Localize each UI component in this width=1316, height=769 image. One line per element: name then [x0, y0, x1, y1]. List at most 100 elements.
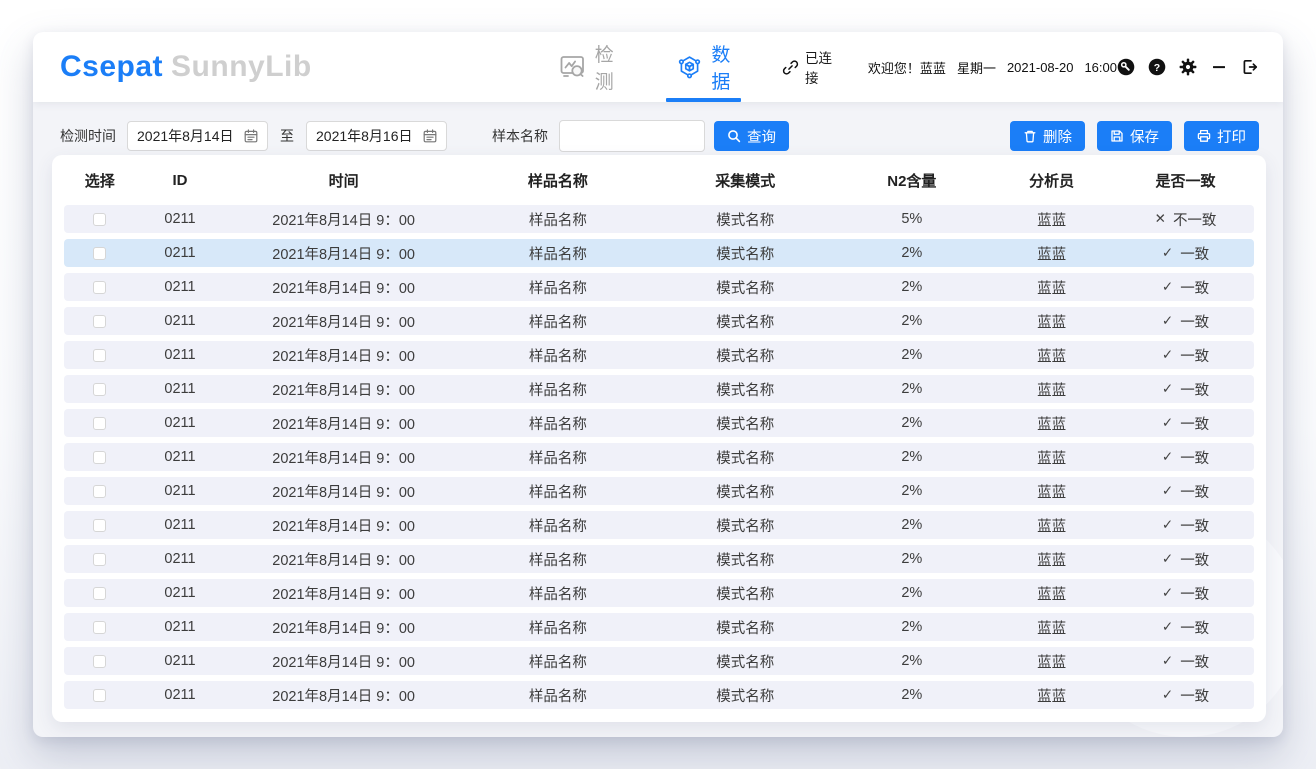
app-logo: CsepatSunnyLib [60, 50, 312, 84]
row-match-label: 一致 [1180, 549, 1209, 570]
column-header: N2含量 [837, 170, 986, 191]
row-checkbox[interactable] [93, 281, 106, 294]
appbar-icons: ? [1117, 58, 1259, 76]
table-row[interactable]: 0211 2021年8月14日 9：00 样品名称 模式名称 2% 蓝蓝 ✓ 一… [64, 375, 1254, 403]
row-time: 2021年8月14日 9：00 [225, 447, 463, 468]
row-time: 2021年8月14日 9：00 [225, 277, 463, 298]
app-header: CsepatSunnyLib 检测 [33, 32, 1283, 102]
date-to-input[interactable]: 2021年8月16日 [306, 121, 447, 151]
row-n2-content: 2% [837, 687, 986, 703]
wrench-icon[interactable] [1117, 58, 1135, 76]
row-n2-content: 2% [837, 551, 986, 567]
row-n2-content: 2% [837, 381, 986, 397]
row-analyst: 蓝蓝 [986, 617, 1117, 638]
weekday-text: 星期一 [957, 58, 996, 77]
row-n2-content: 2% [837, 619, 986, 635]
row-checkbox[interactable] [93, 451, 106, 464]
row-match-cell: ✓ 一致 [1117, 515, 1254, 536]
row-analyst: 蓝蓝 [986, 515, 1117, 536]
table-row[interactable]: 0211 2021年8月14日 9：00 样品名称 模式名称 2% 蓝蓝 ✓ 一… [64, 681, 1254, 709]
row-sample-name: 样品名称 [463, 413, 653, 434]
row-collection-mode: 模式名称 [653, 651, 837, 672]
check-icon: ✓ [1162, 551, 1173, 567]
row-checkbox[interactable] [93, 655, 106, 668]
row-checkbox[interactable] [93, 349, 106, 362]
table-row[interactable]: 0211 2021年8月14日 9：00 样品名称 模式名称 5% 蓝蓝 ✕ 不… [64, 205, 1254, 233]
row-time: 2021年8月14日 9：00 [225, 685, 463, 706]
tab-data[interactable]: 数据 [670, 32, 737, 102]
table-row[interactable]: 0211 2021年8月14日 9：00 样品名称 模式名称 2% 蓝蓝 ✓ 一… [64, 443, 1254, 471]
print-button-label: 打印 [1217, 126, 1246, 147]
row-match-label: 一致 [1180, 311, 1209, 332]
row-analyst: 蓝蓝 [986, 311, 1117, 332]
settings-icon[interactable] [1179, 58, 1197, 76]
row-time: 2021年8月14日 9：00 [225, 379, 463, 400]
print-button[interactable]: 打印 [1184, 121, 1259, 151]
table-row[interactable]: 0211 2021年8月14日 9：00 样品名称 模式名称 2% 蓝蓝 ✓ 一… [64, 511, 1254, 539]
row-checkbox[interactable] [93, 689, 106, 702]
row-checkbox[interactable] [93, 383, 106, 396]
sample-name-input[interactable] [559, 120, 705, 152]
row-checkbox[interactable] [93, 247, 106, 260]
check-icon: ✓ [1162, 619, 1173, 635]
row-id: 0211 [135, 551, 224, 567]
row-time: 2021年8月14日 9：00 [225, 209, 463, 230]
row-sample-name: 样品名称 [463, 617, 653, 638]
cross-icon: ✕ [1155, 211, 1166, 227]
check-icon: ✓ [1162, 313, 1173, 329]
save-icon [1110, 129, 1124, 143]
table-row[interactable]: 0211 2021年8月14日 9：00 样品名称 模式名称 2% 蓝蓝 ✓ 一… [64, 545, 1254, 573]
row-collection-mode: 模式名称 [653, 379, 837, 400]
tab-detection[interactable]: 检测 [554, 32, 621, 102]
table-row[interactable]: 0211 2021年8月14日 9：00 样品名称 模式名称 2% 蓝蓝 ✓ 一… [64, 613, 1254, 641]
logout-icon[interactable] [1241, 58, 1259, 76]
row-match-label: 一致 [1180, 617, 1209, 638]
help-icon[interactable]: ? [1148, 58, 1166, 76]
table-row[interactable]: 0211 2021年8月14日 9：00 样品名称 模式名称 2% 蓝蓝 ✓ 一… [64, 477, 1254, 505]
save-button[interactable]: 保存 [1097, 121, 1172, 151]
row-checkbox[interactable] [93, 621, 106, 634]
minimize-icon[interactable] [1210, 58, 1228, 76]
table-row[interactable]: 0211 2021年8月14日 9：00 样品名称 模式名称 2% 蓝蓝 ✓ 一… [64, 273, 1254, 301]
date-from-value: 2021年8月14日 [137, 126, 234, 146]
row-checkbox[interactable] [93, 417, 106, 430]
row-checkbox[interactable] [93, 213, 106, 226]
save-button-label: 保存 [1130, 126, 1159, 147]
table-row[interactable]: 0211 2021年8月14日 9：00 样品名称 模式名称 2% 蓝蓝 ✓ 一… [64, 409, 1254, 437]
row-match-cell: ✓ 一致 [1117, 447, 1254, 468]
row-analyst: 蓝蓝 [986, 345, 1117, 366]
row-match-label: 一致 [1180, 277, 1209, 298]
row-n2-content: 2% [837, 653, 986, 669]
row-checkbox[interactable] [93, 553, 106, 566]
row-collection-mode: 模式名称 [653, 685, 837, 706]
row-sample-name: 样品名称 [463, 379, 653, 400]
date-from-input[interactable]: 2021年8月14日 [127, 121, 268, 151]
link-icon [782, 59, 799, 76]
row-n2-content: 2% [837, 483, 986, 499]
date-range-label: 检测时间 [60, 126, 116, 146]
check-icon: ✓ [1162, 517, 1173, 533]
to-label: 至 [280, 126, 294, 146]
table-row[interactable]: 0211 2021年8月14日 9：00 样品名称 模式名称 2% 蓝蓝 ✓ 一… [64, 647, 1254, 675]
row-match-label: 一致 [1180, 583, 1209, 604]
table-row[interactable]: 0211 2021年8月14日 9：00 样品名称 模式名称 2% 蓝蓝 ✓ 一… [64, 579, 1254, 607]
row-checkbox[interactable] [93, 587, 106, 600]
table-row[interactable]: 0211 2021年8月14日 9：00 样品名称 模式名称 2% 蓝蓝 ✓ 一… [64, 239, 1254, 267]
delete-button[interactable]: 删除 [1010, 121, 1085, 151]
row-match-label: 一致 [1180, 685, 1209, 706]
table-row[interactable]: 0211 2021年8月14日 9：00 样品名称 模式名称 2% 蓝蓝 ✓ 一… [64, 341, 1254, 369]
query-button[interactable]: 查询 [714, 121, 789, 151]
row-n2-content: 2% [837, 517, 986, 533]
calendar-icon [244, 129, 258, 143]
check-icon: ✓ [1162, 347, 1173, 363]
row-checkbox[interactable] [93, 519, 106, 532]
row-id: 0211 [135, 347, 224, 363]
row-id: 0211 [135, 381, 224, 397]
row-time: 2021年8月14日 9：00 [225, 583, 463, 604]
row-checkbox[interactable] [93, 485, 106, 498]
date-to-value: 2021年8月16日 [316, 126, 413, 146]
table-row[interactable]: 0211 2021年8月14日 9：00 样品名称 模式名称 2% 蓝蓝 ✓ 一… [64, 307, 1254, 335]
svg-text:?: ? [1154, 62, 1160, 74]
row-time: 2021年8月14日 9：00 [225, 549, 463, 570]
row-checkbox[interactable] [93, 315, 106, 328]
